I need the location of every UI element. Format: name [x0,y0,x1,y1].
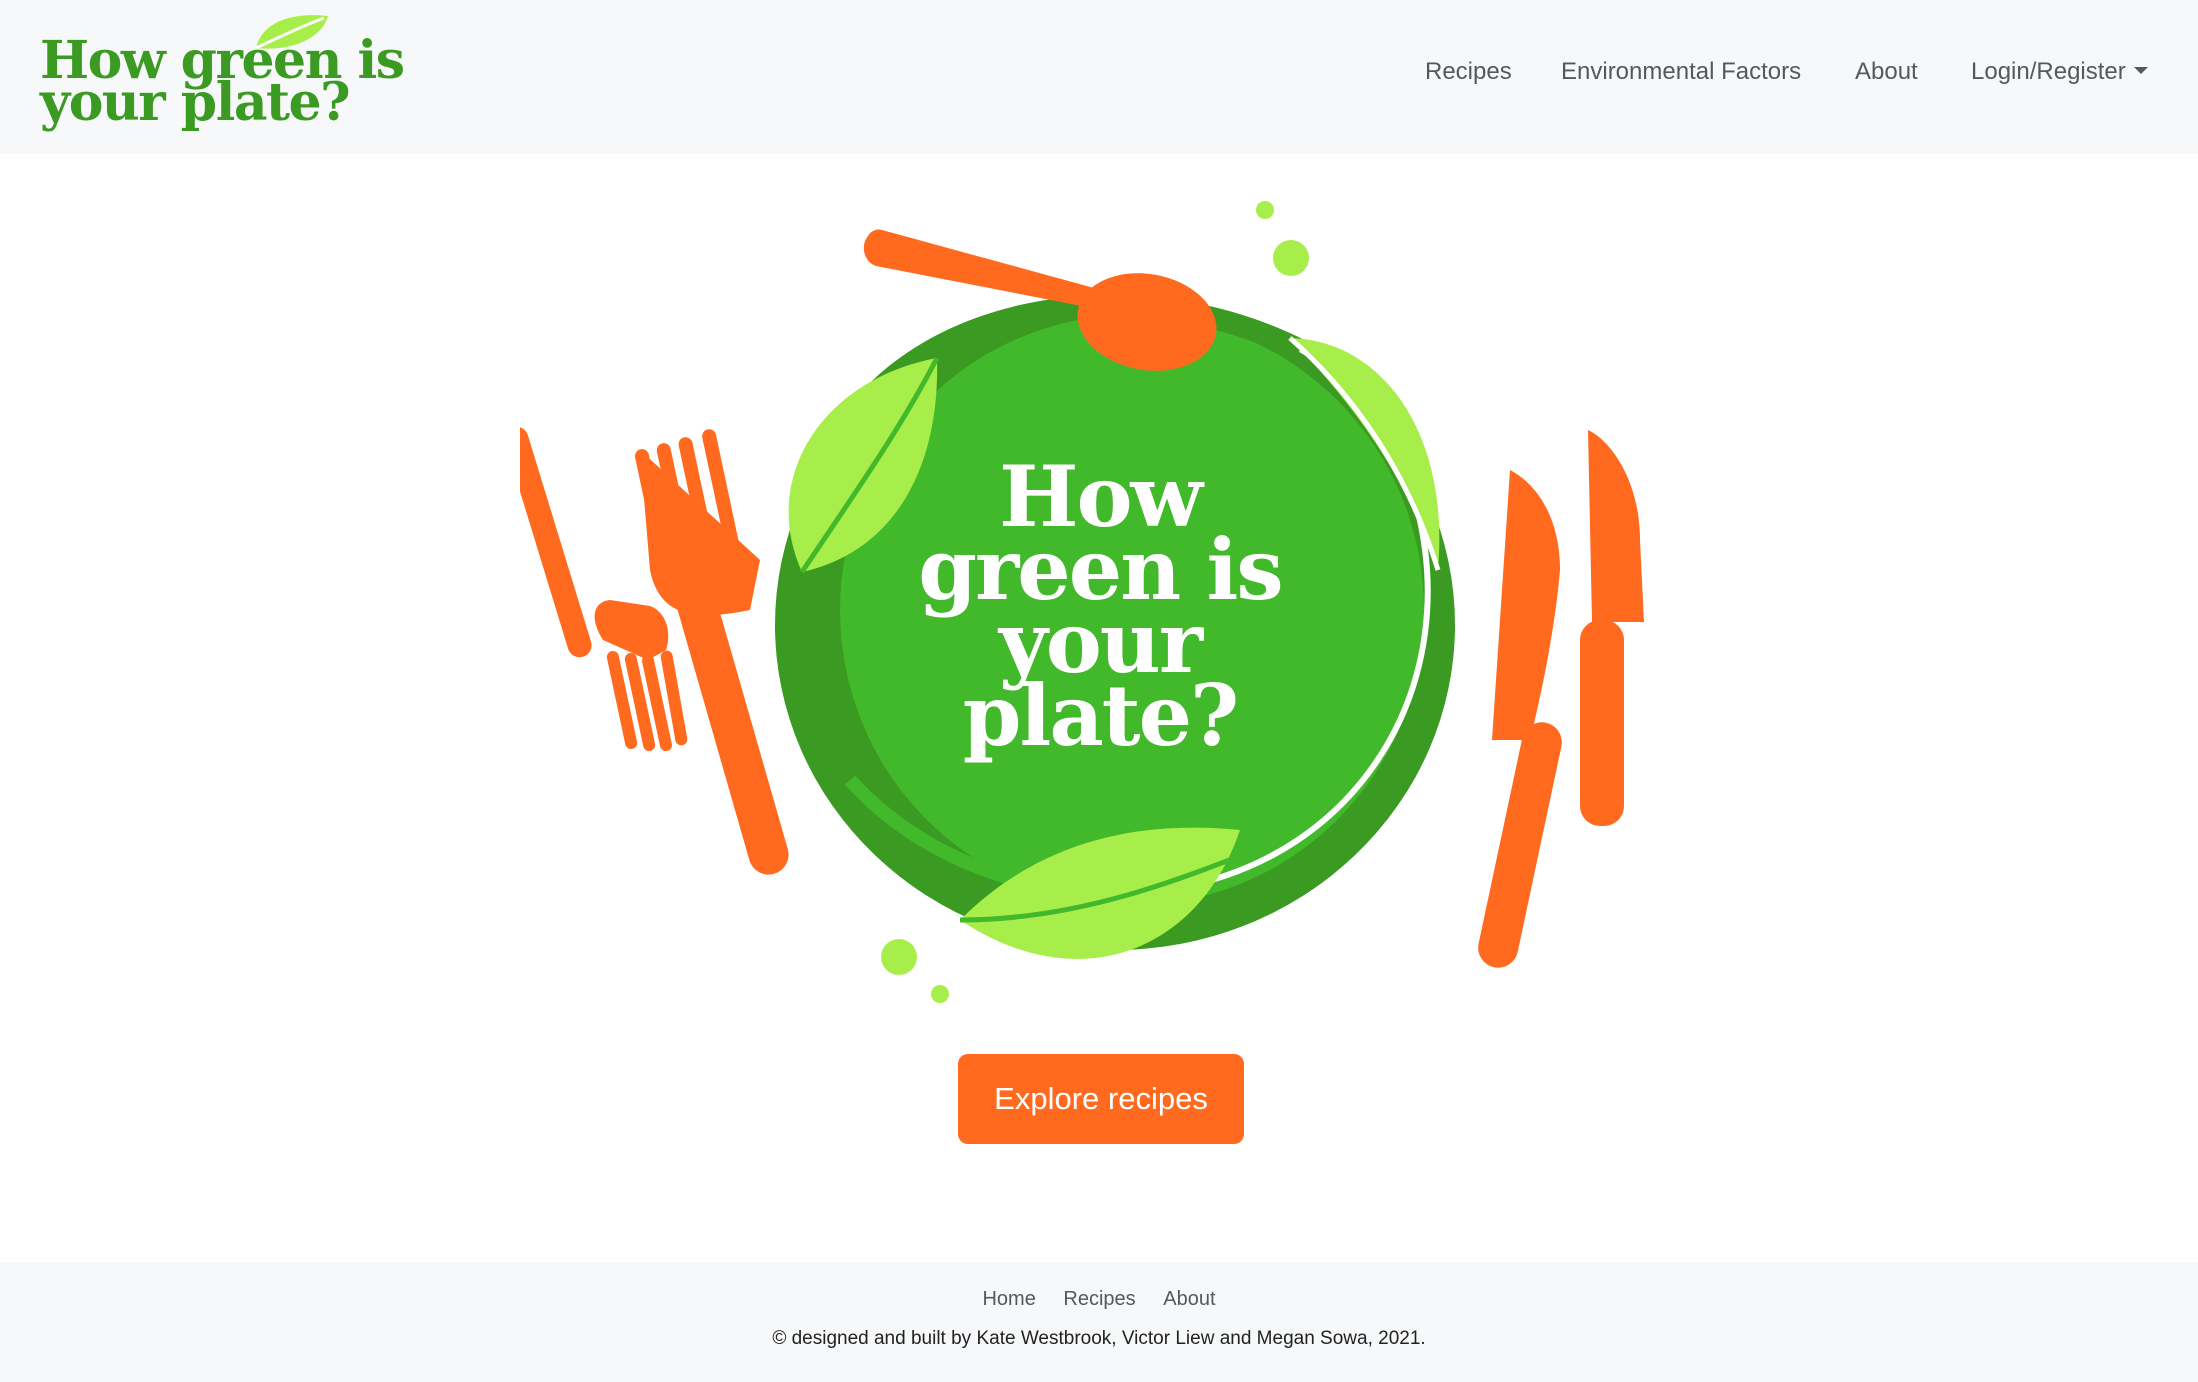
caret-down-icon [2133,67,2148,74]
copyright-text: © designed and built by Kate Westbrook, … [772,1328,1426,1349]
footer-link-about[interactable]: About [1163,1288,1215,1310]
nav-recipes[interactable]: Recipes [1425,58,1512,86]
footer: Home Recipes About © designed and built … [0,1262,2198,1382]
nav-about[interactable]: About [1855,58,1918,86]
footer-links: Home Recipes About [0,1288,2198,1311]
hero-title: How green is your plate? [520,180,1680,1020]
explore-recipes-button[interactable]: Explore recipes [958,1054,1244,1144]
footer-link-recipes[interactable]: Recipes [1063,1288,1135,1310]
hero-line-4: plate? [962,666,1240,765]
nav-login-label: Login/Register [1971,58,2126,85]
footer-link-home[interactable]: Home [982,1288,1035,1310]
nav-environmental-factors[interactable]: Environmental Factors [1561,58,1801,86]
nav-login-register-dropdown[interactable]: Login/Register [1971,58,2148,86]
hero-illustration: How green is your plate? [504,180,1680,1020]
nav-links: Recipes Environmental Factors About Logi… [0,58,2198,98]
navbar: How green is your plate? Recipes Environ… [0,0,2198,154]
